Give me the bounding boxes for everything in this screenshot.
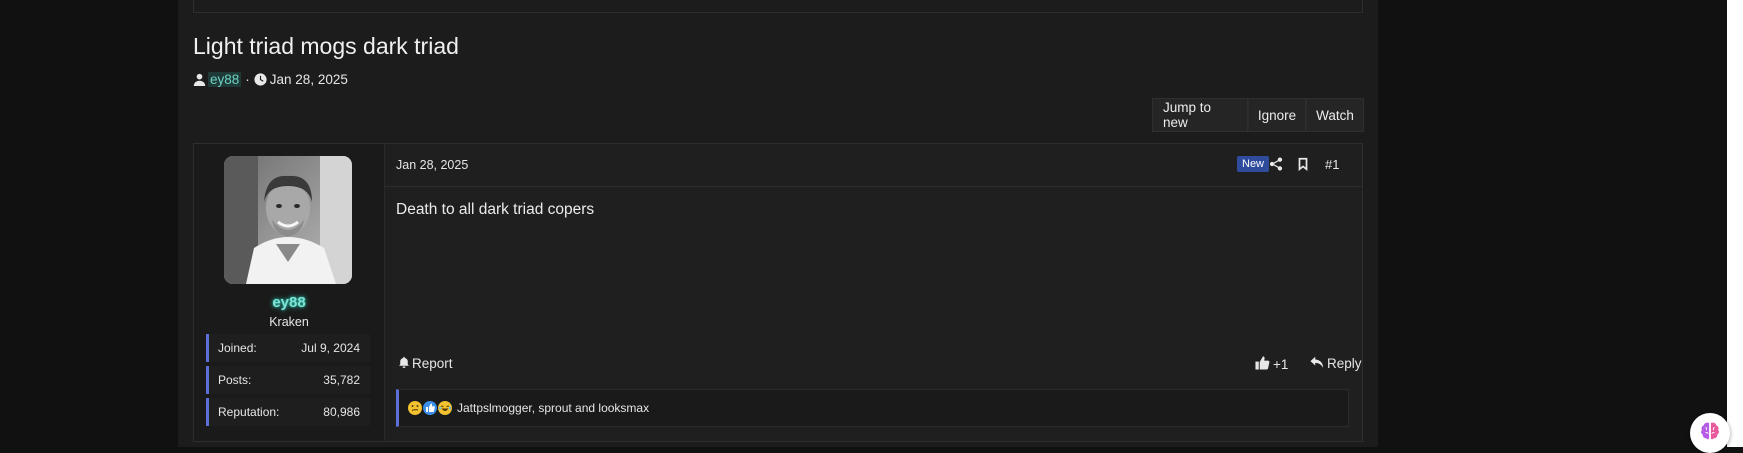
report-label: Report [412,356,453,371]
post-author-name[interactable]: ey88 [194,294,384,311]
previous-block [193,0,1363,13]
thread-meta: ey88 · Jan 28, 2025 [193,70,348,88]
react-label: +1 [1273,356,1289,372]
bookmark-icon[interactable] [1296,157,1310,171]
jump-to-new-button[interactable]: Jump to new [1152,98,1248,132]
user-rank-title: Kraken [269,315,309,329]
laughing-face-emoji [438,401,452,415]
stat-value: 80,986 [323,405,360,419]
page-scrollbar[interactable] [1727,0,1743,447]
new-badge: New [1237,156,1270,172]
assistant-floating-button[interactable] [1690,413,1730,453]
post: ey88 Kraken Joined: Jul 9, 2024 Posts: 3… [193,143,1363,442]
stat-label: Posts: [218,373,252,387]
post-user-panel: ey88 Kraken Joined: Jul 9, 2024 Posts: 3… [194,144,385,441]
thinking-face-emoji [408,401,422,415]
user-icon [193,73,206,86]
thread-author-link[interactable]: ey88 [208,71,242,87]
thread-title: Light triad mogs dark triad [193,33,459,59]
reply-label: Reply [1327,356,1362,371]
reply-icon [1310,355,1327,372]
post-content: Death to all dark triad copers [396,201,595,218]
stat-posts: Posts: 35,782 [206,366,370,394]
thumbs-up-icon [1255,355,1273,373]
report-link[interactable]: Report [398,356,453,371]
ignore-button[interactable]: Ignore [1248,98,1306,132]
post-permalink[interactable]: #1 [1325,157,1339,172]
stat-value: Jul 9, 2024 [301,341,360,355]
react-button[interactable]: +1 [1255,355,1288,373]
stat-reputation: Reputation: 80,986 [206,398,370,426]
thumbs-up-emoji [423,401,437,415]
reply-button[interactable]: Reply [1310,355,1362,372]
thread-container: Light triad mogs dark triad ey88 · Jan 2… [178,0,1378,447]
reactions-bar[interactable]: Jattpslmogger, sprout and looksmax [396,389,1349,427]
brain-icon [1699,420,1721,447]
stat-label: Joined: [218,341,257,355]
stat-joined: Joined: Jul 9, 2024 [206,334,370,362]
reaction-users-text[interactable]: Jattpslmogger, sprout and looksmax [457,401,649,415]
share-icon[interactable] [1269,157,1283,171]
stat-value[interactable]: 35,782 [323,373,360,387]
post-date[interactable]: Jan 28, 2025 [396,158,468,172]
avatar[interactable] [224,156,352,284]
meta-separator: · [245,71,250,87]
thread-action-buttons: Jump to new Ignore Watch [1152,98,1364,132]
bell-icon [398,356,412,371]
stat-label: Reputation: [218,405,280,419]
post-main: Jan 28, 2025 New #1 Death to all dark tr… [385,144,1362,441]
post-header: Jan 28, 2025 New #1 [385,144,1362,187]
clock-icon [254,72,267,86]
watch-button[interactable]: Watch [1306,98,1364,132]
thread-start-date[interactable]: Jan 28, 2025 [270,72,348,87]
